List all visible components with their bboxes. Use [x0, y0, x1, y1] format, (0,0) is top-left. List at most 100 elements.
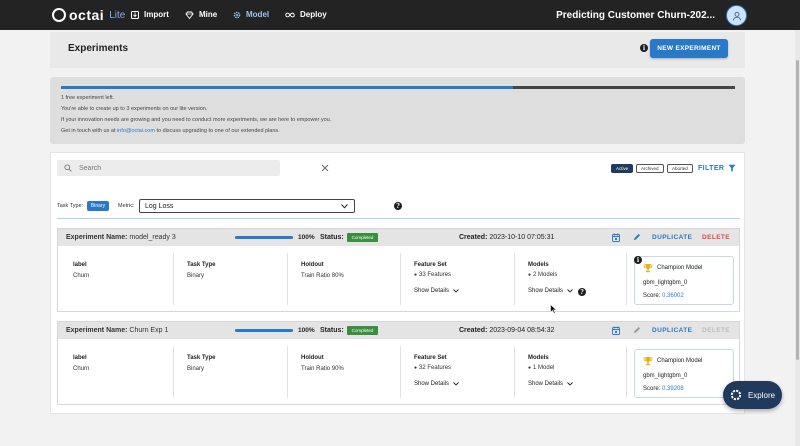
status-badge: Completed: [347, 326, 378, 335]
column-divider: [400, 346, 401, 398]
experiment-name-value: model_ready 3: [129, 234, 176, 241]
chevron-down-icon: [453, 289, 459, 293]
task-type-chip[interactable]: Binary: [87, 201, 109, 211]
user-avatar[interactable]: [726, 5, 747, 26]
metric-select[interactable]: Log Loss: [139, 199, 355, 213]
filter-label: FILTER: [698, 164, 725, 172]
nav-import[interactable]: Import: [131, 10, 169, 19]
nav-model[interactable]: Model: [233, 10, 269, 19]
nav-mine-label: Mine: [199, 10, 218, 19]
calendar-icon[interactable]: [612, 233, 620, 242]
notice-line-4-post: to discuss upgrading to one of our exten…: [154, 128, 280, 134]
label-value: Churn: [73, 366, 90, 372]
explore-ring-icon: [730, 389, 742, 401]
column-divider: [173, 346, 174, 398]
experiment-progress-bar: [235, 329, 293, 332]
champion-model-name: gbm_lightgbm_0: [643, 373, 688, 379]
status-label: Status:: [320, 327, 344, 334]
clear-search-icon[interactable]: [321, 164, 329, 172]
feature-set-header: Feature Set: [414, 355, 447, 361]
nav-deploy[interactable]: Deploy: [285, 10, 327, 19]
mouse-cursor-icon: [550, 304, 557, 314]
show-details-label: Show Details: [414, 288, 450, 294]
page-scrollbar[interactable]: [795, 30, 800, 446]
search-box[interactable]: [57, 160, 329, 176]
task-type-value: Binary: [187, 366, 205, 372]
scrollbar-thumb[interactable]: [796, 60, 799, 360]
chevron-down-icon: [567, 289, 573, 293]
edit-pencil-icon[interactable]: [633, 233, 641, 241]
champion-model-card[interactable]: i Champion Model gbm_lightgbm_0 Score: 0…: [634, 256, 734, 305]
models-show-details-button[interactable]: Show Details: [528, 381, 573, 387]
experiment-row: Experiment Name: Churn Exp 1 100% Status…: [57, 321, 740, 405]
experiment-progress-fill: [235, 236, 293, 239]
holdout-value: Train Ratio 80%: [301, 273, 344, 279]
chevron-down-icon: [341, 204, 348, 209]
champion-model-card[interactable]: Champion Model gbm_lightgbm_0 Score: 0.3…: [634, 349, 734, 398]
page-title: Experiments: [68, 43, 129, 54]
nav-mine[interactable]: Mine: [185, 10, 217, 19]
nav-model-label: Model: [246, 10, 270, 19]
models-help-icon[interactable]: ?: [578, 288, 586, 296]
edition-label: Lite: [109, 9, 126, 21]
feature-show-details-button[interactable]: Show Details: [414, 288, 459, 294]
feature-show-details-button[interactable]: Show Details: [414, 381, 459, 387]
experiment-name-label: Experiment Name:: [66, 234, 128, 241]
models-header: Models: [528, 262, 549, 268]
champion-info-icon[interactable]: i: [634, 256, 642, 264]
column-divider: [626, 346, 627, 398]
new-experiment-button[interactable]: NEW EXPERIMENT: [650, 39, 728, 58]
holdout-header: Holdout: [301, 262, 324, 268]
holdout-header: Holdout: [301, 355, 324, 361]
models-value: 2 Models: [528, 272, 557, 278]
metric-help-icon[interactable]: ?: [394, 202, 402, 210]
filter-aborted-pill[interactable]: Aborted: [667, 164, 693, 173]
status-badge: Completed: [347, 233, 378, 242]
nav-import-label: Import: [144, 10, 169, 19]
created-label: Created:: [459, 234, 488, 241]
infinity-icon: [285, 12, 295, 17]
edit-pencil-icon[interactable]: [633, 326, 641, 334]
task-type-label: Task Type:: [57, 203, 84, 209]
models-show-details-button[interactable]: Show Details: [528, 288, 573, 294]
score-label: Score:: [643, 386, 661, 392]
duplicate-button[interactable]: DUPLICATE: [652, 234, 692, 241]
filter-active-pill[interactable]: Active: [611, 164, 634, 173]
status-label: Status:: [320, 234, 344, 241]
delete-button[interactable]: DELETE: [702, 327, 730, 334]
metric-select-value: Log Loss: [145, 202, 174, 210]
notice-line-4-pre: Get in touch with us at: [61, 128, 117, 134]
divider: [57, 218, 740, 219]
experiment-row: Experiment Name: model_ready 3 100% Stat…: [57, 228, 740, 312]
column-divider: [514, 346, 515, 398]
experiment-name: Experiment Name: Churn Exp 1: [66, 327, 168, 334]
octai-logo[interactable]: octai Lite: [52, 7, 125, 23]
created-label: Created:: [459, 327, 488, 334]
search-input[interactable]: [79, 164, 249, 172]
filter-archived-pill[interactable]: Archived: [636, 164, 664, 173]
chevron-down-icon: [567, 382, 573, 386]
champion-score: Score: 0.39208: [643, 386, 684, 392]
task-type-header: Task Type: [187, 355, 216, 361]
created-date: Created: 2023-09-04 08:54:32: [459, 327, 554, 334]
experiment-header: Experiment Name: model_ready 3 100% Stat…: [58, 229, 739, 246]
label-header: label: [73, 355, 87, 361]
contact-email-link[interactable]: info@octai.com: [117, 128, 155, 134]
logo-text: octai: [69, 7, 105, 23]
duplicate-button[interactable]: DUPLICATE: [652, 327, 692, 334]
delete-button[interactable]: DELETE: [702, 234, 730, 241]
models-value: 1 Model: [528, 365, 554, 371]
filter-button[interactable]: FILTER: [698, 164, 736, 172]
usage-progress-bar: [61, 86, 735, 89]
feature-set-header: Feature Set: [414, 262, 447, 268]
column-divider: [514, 253, 515, 305]
explore-button[interactable]: Explore: [723, 381, 782, 409]
info-icon[interactable]: i: [640, 44, 648, 52]
funnel-icon: [728, 164, 736, 172]
nav-deploy-label: Deploy: [300, 10, 327, 19]
notice-line-1: 1 free experiment left.: [61, 95, 115, 101]
column-divider: [287, 346, 288, 398]
project-title[interactable]: Predicting Customer Churn-202...: [556, 10, 715, 21]
models-header: Models: [528, 355, 549, 361]
calendar-icon[interactable]: [612, 326, 620, 335]
